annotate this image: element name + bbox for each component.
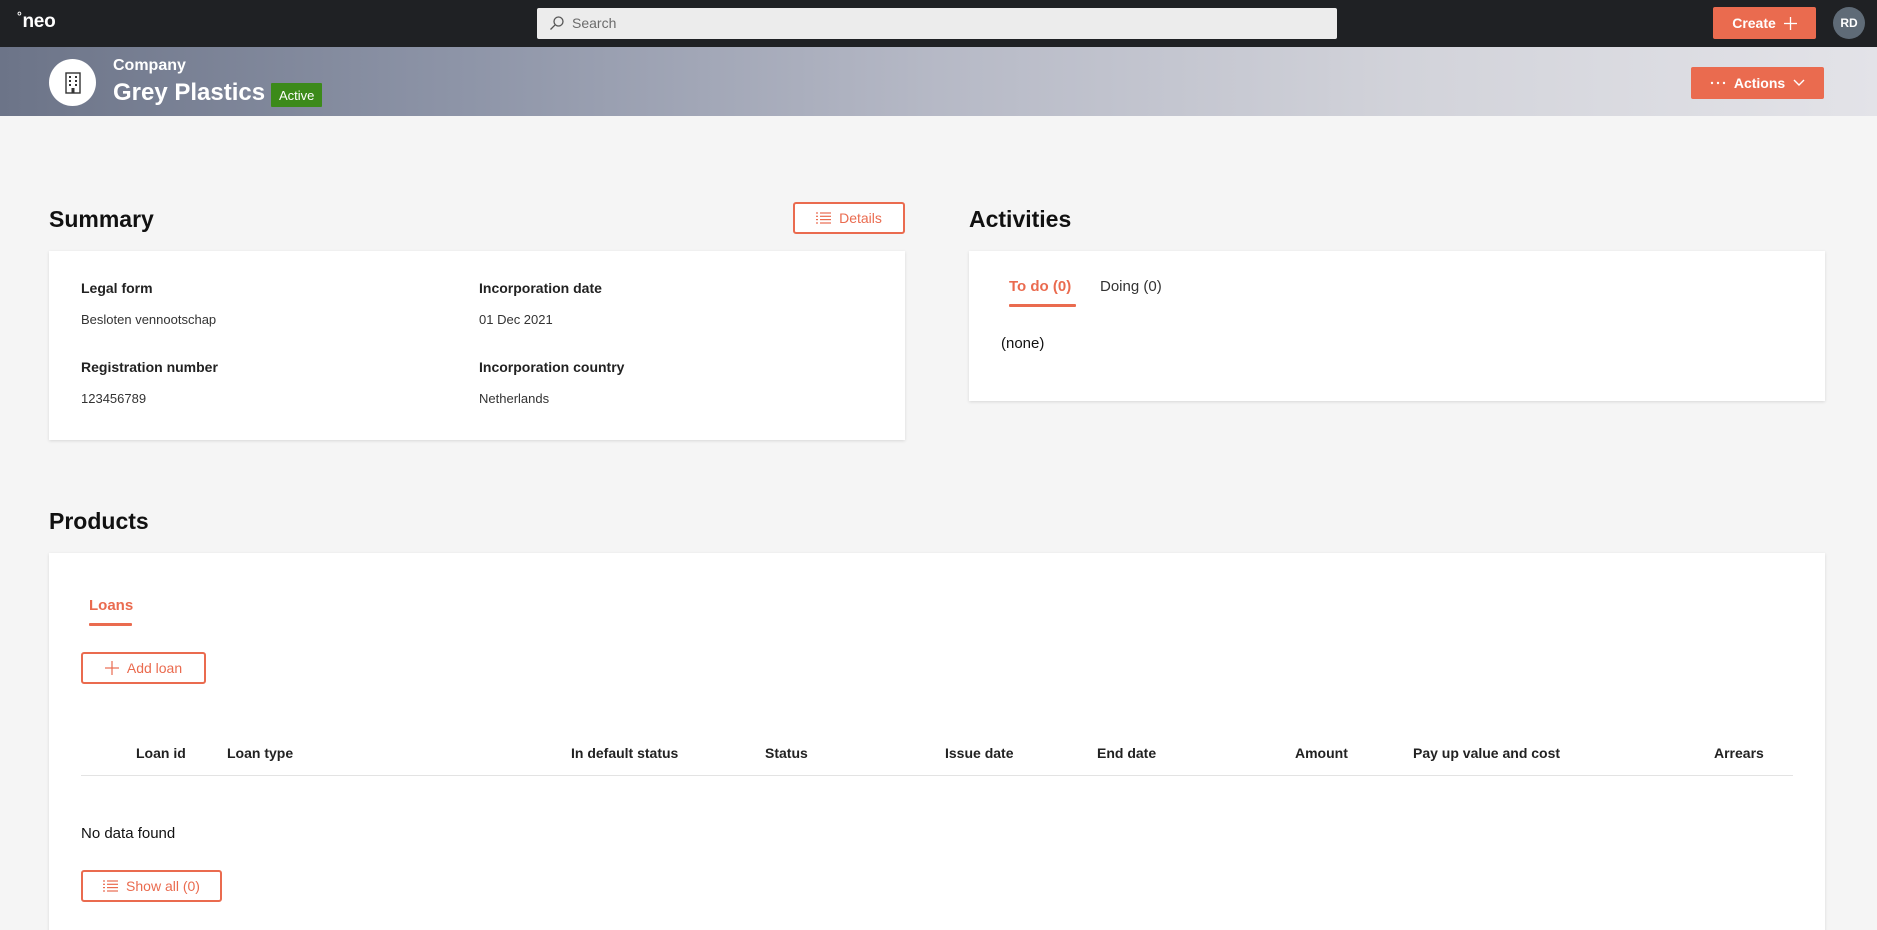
registration-number-label: Registration number [81,359,218,375]
search-icon [550,16,564,30]
search-placeholder: Search [572,15,617,31]
plus-icon [1783,16,1797,30]
legal-form-label: Legal form [81,280,153,296]
details-label: Details [839,210,882,226]
legal-form-value: Besloten vennootschap [81,312,217,327]
column-header-loan-id[interactable]: Loan id [136,745,186,761]
user-avatar[interactable]: RD [1833,7,1865,39]
column-header-status[interactable]: Status [765,745,808,761]
tab-active-indicator [89,623,132,626]
summary-title: Summary [49,206,154,232]
neo-logo[interactable]: °neo [17,9,56,33]
create-button[interactable]: Create [1713,7,1816,39]
building-icon [64,71,81,94]
activities-empty-text: (none) [1001,335,1045,352]
details-button[interactable]: Details [793,202,905,234]
create-label: Create [1732,15,1776,31]
actions-button[interactable]: Actions [1691,67,1824,99]
incorporation-date-value: 01 Dec 2021 [479,312,553,327]
table-header-divider [81,775,1793,776]
add-loan-label: Add loan [126,660,183,676]
incorporation-country-label: Incorporation country [479,359,625,375]
products-card: Loans Add loan No data found Show all (0… [49,553,1825,930]
tab-to-do[interactable]: To do (0) [1009,278,1071,295]
column-header-arrears[interactable]: Arrears [1714,745,1764,761]
registration-number-value: 123456789 [81,391,147,406]
activities-card: To do (0) Doing (0) (none) [969,251,1825,401]
entity-header: Company Grey Plastics Active Actions [0,47,1877,116]
show-all-button[interactable]: Show all (0) [81,870,222,902]
table-empty-text: No data found [81,825,176,842]
activities-title: Activities [969,206,1072,232]
top-bar: °neo Search Create RD [0,0,1877,47]
status-badge: Active [271,83,323,107]
company-avatar [49,59,96,106]
column-header-pay-up-value[interactable]: Pay up value and cost [1413,745,1560,761]
chevron-down-icon [1793,79,1805,86]
plus-icon [104,661,119,675]
more-icon [1710,81,1726,85]
tab-doing[interactable]: Doing (0) [1100,278,1162,295]
incorporation-country-value: Netherlands [479,391,550,406]
actions-label: Actions [1733,75,1786,91]
incorporation-date-label: Incorporation date [479,280,602,296]
products-title: Products [49,508,149,534]
show-all-label: Show all (0) [126,878,200,894]
list-icon [816,212,832,224]
column-header-amount[interactable]: Amount [1295,745,1348,761]
column-header-issue-date[interactable]: Issue date [945,745,1013,761]
tab-active-indicator [1009,304,1076,307]
column-header-loan-type[interactable]: Loan type [227,745,293,761]
list-icon [103,880,119,892]
search-input[interactable]: Search [537,8,1337,39]
summary-card: Legal form Besloten vennootschap Incorpo… [49,251,905,440]
add-loan-button[interactable]: Add loan [81,652,206,684]
entity-name: Grey Plastics [113,79,266,106]
tab-loans[interactable]: Loans [89,597,133,614]
entity-type: Company [113,57,186,74]
column-header-end-date[interactable]: End date [1097,745,1156,761]
column-header-in-default-status[interactable]: In default status [571,745,678,761]
